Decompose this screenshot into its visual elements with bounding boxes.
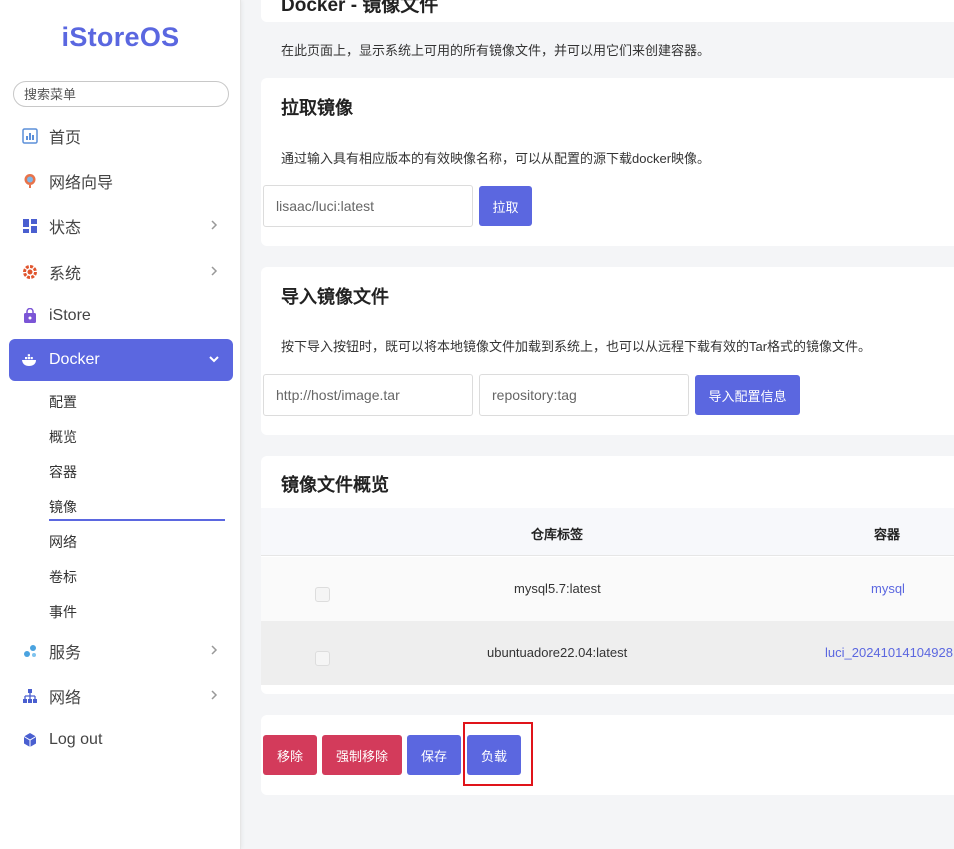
images-overview-card: 镜像文件概览 仓库标签 容器 mysql5.7:latest mysql ubu… bbox=[261, 456, 954, 694]
remove-button[interactable]: 移除 bbox=[263, 735, 317, 775]
sidebar-subitem-events[interactable]: 事件 bbox=[49, 602, 77, 622]
gear-icon bbox=[21, 263, 39, 281]
sidebar-subitem-networks[interactable]: 网络 bbox=[49, 532, 77, 552]
sidebar-item-label: 系统 bbox=[49, 266, 82, 283]
container-link[interactable]: luci_20241014104928 | bbox=[825, 645, 954, 660]
page-description: 在此页面上，显示系统上可用的所有镜像文件，并可以用它们来创建容器。 bbox=[281, 43, 711, 58]
sidebar-subitem-volumes[interactable]: 卷标 bbox=[49, 567, 77, 587]
puzzle-icon bbox=[21, 642, 39, 660]
sidebar-item-logout[interactable]: Log out bbox=[9, 719, 233, 761]
chevron-down-icon bbox=[209, 356, 219, 363]
table-header: 仓库标签 容器 bbox=[261, 508, 954, 556]
pull-image-description: 通过输入具有相应版本的有效映像名称，可以从配置的源下载docker映像。 bbox=[281, 151, 711, 166]
sidebar-item-label: 网络向导 bbox=[49, 175, 114, 192]
network-tree-icon bbox=[21, 687, 39, 705]
sidebar-item-label: 状态 bbox=[49, 220, 82, 237]
sidebar-item-istore[interactable]: iStore bbox=[9, 295, 233, 337]
shopping-bag-icon bbox=[21, 307, 39, 325]
import-image-card: 导入镜像文件 按下导入按钮时，既可以将本地镜像文件加载到系统上，也可以从远程下载… bbox=[261, 267, 954, 435]
container-link[interactable]: mysql bbox=[871, 581, 905, 596]
sidebar-subitem-containers[interactable]: 容器 bbox=[49, 462, 77, 482]
sidebar-item-docker[interactable]: Docker bbox=[9, 339, 233, 381]
row-checkbox[interactable] bbox=[315, 651, 330, 666]
docker-whale-icon bbox=[21, 351, 39, 369]
pull-image-card: 拉取镜像 通过输入具有相应版本的有效映像名称，可以从配置的源下载docker映像… bbox=[261, 78, 954, 246]
active-subitem-underline bbox=[49, 519, 225, 521]
force-remove-button[interactable]: 强制移除 bbox=[322, 735, 402, 775]
sidebar-item-label: Log out bbox=[49, 731, 103, 748]
page-title-card: Docker - 镜像文件 bbox=[261, 0, 954, 22]
sidebar-item-label: 服务 bbox=[49, 645, 82, 662]
pull-image-heading: 拉取镜像 bbox=[281, 98, 353, 118]
sidebar: iStoreOS 首页 网络向导 状态 系统 iStore bbox=[0, 0, 241, 849]
image-url-input[interactable] bbox=[263, 374, 473, 416]
actions-card: 移除 强制移除 保存 负载 bbox=[261, 715, 954, 795]
chevron-right-icon bbox=[211, 690, 218, 700]
import-config-button[interactable]: 导入配置信息 bbox=[695, 375, 800, 415]
chevron-right-icon bbox=[211, 266, 218, 276]
repo-tag-cell: mysql5.7:latest bbox=[514, 581, 601, 596]
sidebar-item-label: iStore bbox=[49, 307, 91, 324]
repository-tag-input[interactable] bbox=[479, 374, 689, 416]
repo-tag-cell: ubuntuadore22.04:latest bbox=[487, 645, 628, 660]
image-name-input[interactable] bbox=[263, 185, 473, 227]
images-overview-heading: 镜像文件概览 bbox=[281, 475, 389, 495]
row-checkbox[interactable] bbox=[315, 587, 330, 602]
chevron-right-icon bbox=[211, 220, 218, 230]
save-button[interactable]: 保存 bbox=[407, 735, 461, 775]
import-image-description: 按下导入按钮时，既可以将本地镜像文件加载到系统上，也可以从远程下载有效的Tar格… bbox=[281, 339, 872, 354]
column-header-repo-tag: 仓库标签 bbox=[531, 527, 584, 542]
sidebar-item-network-wizard[interactable]: 网络向导 bbox=[9, 160, 233, 202]
cube-icon bbox=[21, 731, 39, 749]
search-menu-input[interactable] bbox=[13, 81, 229, 107]
globe-pin-icon bbox=[21, 172, 39, 190]
page-title: Docker - 镜像文件 bbox=[281, 0, 439, 16]
chevron-right-icon bbox=[211, 645, 218, 655]
sidebar-subitem-config[interactable]: 配置 bbox=[49, 392, 77, 412]
table-row: mysql5.7:latest mysql bbox=[261, 557, 954, 621]
grid-icon bbox=[21, 217, 39, 235]
sidebar-item-services[interactable]: 服务 bbox=[9, 630, 233, 672]
import-image-heading: 导入镜像文件 bbox=[281, 287, 389, 307]
column-header-containers: 容器 bbox=[874, 527, 901, 542]
load-button-highlight-box bbox=[463, 722, 533, 786]
sidebar-subitem-overview[interactable]: 概览 bbox=[49, 427, 77, 447]
table-row: ubuntuadore22.04:latest luci_20241014104… bbox=[261, 621, 954, 685]
dashboard-icon bbox=[21, 127, 39, 145]
sidebar-item-system[interactable]: 系统 bbox=[9, 251, 233, 293]
sidebar-item-status[interactable]: 状态 bbox=[9, 205, 233, 247]
sidebar-item-label: 网络 bbox=[49, 690, 82, 707]
sidebar-item-network[interactable]: 网络 bbox=[9, 675, 233, 717]
sidebar-item-label: 首页 bbox=[49, 130, 82, 147]
istoreos-logo[interactable]: iStoreOS bbox=[0, 22, 241, 53]
sidebar-item-label: Docker bbox=[49, 351, 100, 368]
sidebar-subitem-images[interactable]: 镜像 bbox=[49, 497, 77, 517]
sidebar-item-home[interactable]: 首页 bbox=[9, 115, 233, 157]
pull-button[interactable]: 拉取 bbox=[479, 186, 532, 226]
